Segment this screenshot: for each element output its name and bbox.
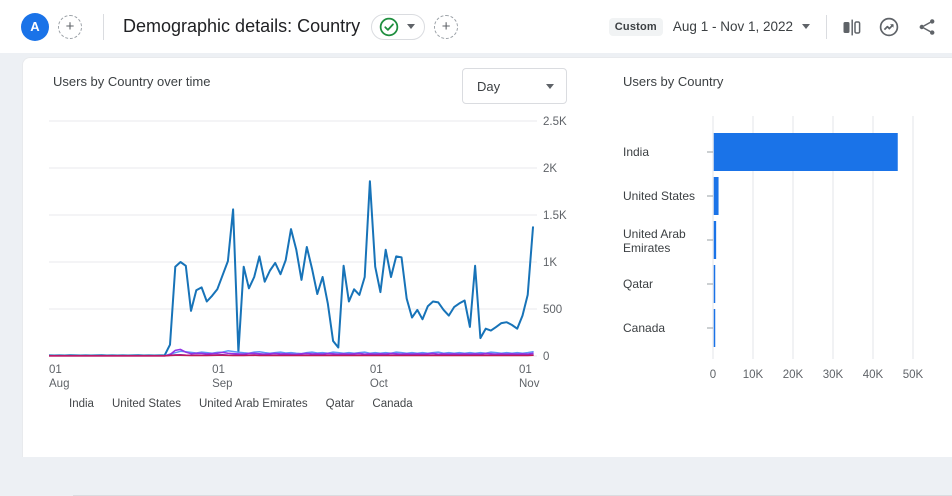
svg-text:50K: 50K: [903, 369, 924, 381]
charts-card: Users by Country over time Day 0 500 1K 1.5…: [22, 57, 952, 496]
svg-text:01: 01: [370, 364, 383, 376]
svg-text:20K: 20K: [783, 369, 804, 381]
svg-text:Emirates: Emirates: [623, 241, 670, 255]
bar-chart: 0 10K 20K 30K 40K 50K India United States United…: [623, 116, 924, 381]
svg-text:United States: United States: [623, 189, 695, 203]
svg-text:Sep: Sep: [212, 378, 232, 390]
legend-item: United Arab Emirates: [198, 398, 308, 410]
svg-text:Qatar: Qatar: [623, 277, 653, 291]
svg-text:India: India: [623, 145, 649, 159]
share-icon[interactable]: [916, 16, 938, 38]
check-circle-icon: [379, 17, 399, 36]
svg-text:0: 0: [543, 351, 549, 363]
header-right-group: Custom Aug 1 - Nov 1, 2022: [608, 14, 938, 39]
report-status-dropdown[interactable]: [371, 13, 426, 40]
bar-chart-area: 0 10K 20K 30K 40K 50K India United States United…: [623, 113, 952, 393]
bar-chart-title: Users by Country: [623, 74, 724, 89]
page-title: Demographic details: Country: [123, 16, 361, 36]
header-divider-2: [826, 14, 827, 39]
svg-text:Nov: Nov: [519, 378, 540, 390]
svg-text:1K: 1K: [543, 257, 557, 269]
svg-text:01: 01: [49, 364, 62, 376]
add-metric-button[interactable]: +: [434, 14, 459, 39]
header-divider: [103, 13, 104, 40]
svg-text:01: 01: [212, 364, 225, 376]
add-comparison-button[interactable]: +: [58, 14, 82, 39]
svg-text:Canada: Canada: [623, 321, 665, 335]
report-header: A + Demographic details: Country + Custo…: [0, 0, 952, 53]
date-range-label[interactable]: Aug 1 - Nov 1, 2022: [673, 19, 793, 34]
granularity-chevron-icon: [546, 83, 554, 89]
edit-comparison-icon[interactable]: [840, 16, 862, 38]
date-range-type-chip: Custom: [608, 17, 663, 36]
legend-item: India: [69, 398, 94, 410]
svg-text:1.5K: 1.5K: [543, 210, 567, 222]
legend-item: Qatar: [325, 398, 355, 410]
legend-item: Canada: [372, 398, 413, 410]
svg-text:0: 0: [710, 369, 716, 381]
granularity-select[interactable]: Day: [462, 68, 567, 104]
chevron-down-icon: [407, 24, 416, 29]
date-range-chevron-icon[interactable]: [802, 24, 810, 29]
svg-text:40K: 40K: [863, 369, 884, 381]
legend-item: United States: [111, 398, 181, 410]
line-chart-title: Users by Country over time: [53, 74, 211, 89]
svg-text:500: 500: [543, 304, 562, 316]
svg-text:10K: 10K: [743, 369, 764, 381]
line-chart-legend: India United States United Arab Emirates Qa…: [69, 398, 413, 410]
svg-text:Oct: Oct: [370, 378, 389, 390]
svg-text:Aug: Aug: [49, 378, 69, 390]
svg-text:2K: 2K: [543, 163, 557, 175]
svg-text:30K: 30K: [823, 369, 844, 381]
avatar[interactable]: A: [21, 12, 49, 41]
svg-text:01: 01: [519, 364, 532, 376]
line-chart-area: 0 500 1K 1.5K 2K 2.5K 01 Aug 01 Sep 01 Oct 01 Nov: [48, 113, 589, 400]
svg-text:United Arab: United Arab: [623, 227, 686, 241]
line-chart: 0 500 1K 1.5K 2K 2.5K 01 Aug 01 Sep 01 Oct 01 Nov: [48, 116, 567, 390]
granularity-value: Day: [477, 78, 501, 94]
svg-text:2.5K: 2.5K: [543, 116, 567, 128]
insights-icon[interactable]: [878, 16, 900, 38]
